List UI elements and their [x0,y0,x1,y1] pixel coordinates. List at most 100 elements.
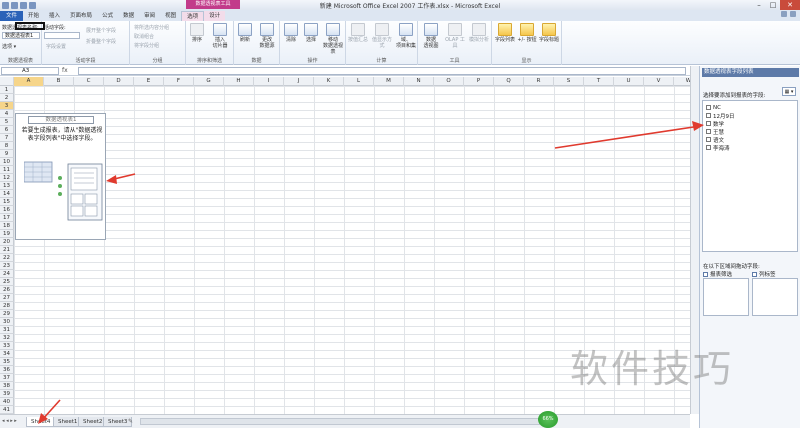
summarize-by-button[interactable]: 按值汇总 [346,23,370,43]
tab-formulas[interactable]: 公式 [97,11,118,21]
save-icon[interactable] [11,1,18,9]
row-header[interactable]: 19 [0,230,14,238]
column-header[interactable]: E [134,77,164,86]
undo-icon[interactable] [20,1,27,9]
report-filter-area[interactable] [703,278,749,316]
tab-file[interactable]: 文件 [0,11,24,21]
column-labels-area[interactable] [752,278,798,316]
row-header[interactable]: 28 [0,302,14,310]
change-source-button[interactable]: 更改 数据源 [256,23,278,49]
column-header[interactable]: J [284,77,314,86]
active-cell[interactable] [15,22,45,30]
tab-insert[interactable]: 插入 [44,11,65,21]
sheet-nav-arrows[interactable]: ◂ ◂ ▸ ▸ [2,418,17,424]
column-header[interactable]: A [14,77,44,86]
group-selection-button[interactable]: 将所选内容分组 [134,24,169,31]
row-header[interactable]: 36 [0,366,14,374]
row-header[interactable]: 1 [0,86,14,94]
column-header[interactable]: R [524,77,554,86]
row-header[interactable]: 40 [0,398,14,406]
row-header[interactable]: 12 [0,174,14,182]
checkbox[interactable] [706,137,711,142]
field-settings-button[interactable]: 字段设置 [46,43,66,50]
row-header[interactable]: 23 [0,262,14,270]
column-header[interactable]: B [44,77,74,86]
row-header[interactable]: 41 [0,406,14,414]
clear-button[interactable]: 清除 [280,23,302,43]
row-header[interactable]: 11 [0,166,14,174]
row-header[interactable]: 10 [0,158,14,166]
row-header[interactable]: 6 [0,126,14,134]
column-header[interactable]: N [404,77,434,86]
checkbox[interactable] [706,121,711,126]
column-header[interactable]: M [374,77,404,86]
row-header[interactable]: 35 [0,358,14,366]
ungroup-button[interactable]: 取消组合 [134,33,154,40]
pivot-placeholder[interactable]: 数据透视表1 若要生成报表，请从"数据透视表字段列表"中选择字段。 [15,113,106,240]
row-header[interactable]: 2 [0,94,14,102]
tab-review[interactable]: 审阅 [139,11,160,21]
field-list-item[interactable]: 李海涛 [706,144,730,152]
row-header[interactable]: 7 [0,134,14,142]
column-header[interactable]: F [164,77,194,86]
column-header[interactable]: G [194,77,224,86]
select-button[interactable]: 选择 [300,23,322,43]
row-header[interactable]: 26 [0,286,14,294]
zoom-badge[interactable]: 66% [538,411,558,428]
pane-layout-settings-icon[interactable]: ▦ ▾ [782,87,796,96]
column-header[interactable]: K [314,77,344,86]
expand-field-button[interactable]: 展开整个字段 [86,27,116,34]
checkbox[interactable] [706,113,711,118]
show-values-as-button[interactable]: 值显示方式 [370,23,394,49]
collapse-field-button[interactable]: 折叠整个字段 [86,38,116,45]
row-header[interactable]: 9 [0,150,14,158]
tab-data[interactable]: 数据 [118,11,139,21]
row-header[interactable]: 22 [0,254,14,262]
checkbox[interactable] [706,105,711,110]
minimize-ribbon-icon[interactable] [781,11,787,17]
row-header[interactable]: 20 [0,238,14,246]
field-list-item[interactable]: 语文 [706,136,724,144]
row-header[interactable]: 18 [0,222,14,230]
row-header[interactable]: 16 [0,206,14,214]
tab-home[interactable]: 开始 [23,11,44,21]
row-header[interactable]: 31 [0,326,14,334]
column-header[interactable]: L [344,77,374,86]
sheet-tab-sheet4[interactable]: Sheet4 [26,417,56,427]
checkbox[interactable] [706,129,711,134]
column-header[interactable]: T [584,77,614,86]
tab-view[interactable]: 视图 [160,11,181,21]
field-list-item[interactable]: 数学 [706,120,724,128]
row-header[interactable]: 24 [0,270,14,278]
minimize-button[interactable]: – [752,0,766,10]
column-header[interactable]: S [554,77,584,86]
row-header[interactable]: 15 [0,198,14,206]
insert-function-icon[interactable]: fx [62,67,68,74]
row-header[interactable]: 8 [0,142,14,150]
formula-input[interactable] [78,67,686,75]
help-icon[interactable] [790,11,796,17]
pivot-name-input[interactable]: 数据透视表1 [2,32,40,39]
row-header[interactable]: 4 [0,110,14,118]
row-header[interactable]: 30 [0,318,14,326]
column-header[interactable]: W [674,77,690,86]
row-header[interactable]: 29 [0,310,14,318]
row-header[interactable]: 38 [0,382,14,390]
excel-app-icon[interactable] [2,1,9,9]
field-list-item[interactable]: 王慧 [706,128,724,136]
row-header[interactable]: 37 [0,374,14,382]
row-header[interactable]: 32 [0,334,14,342]
row-header[interactable]: 3 [0,102,14,110]
column-header[interactable]: I [254,77,284,86]
row-header[interactable]: 13 [0,182,14,190]
row-header[interactable]: 39 [0,390,14,398]
field-list-toggle[interactable]: 字段列表 [494,23,516,43]
row-header[interactable]: 25 [0,278,14,286]
tab-page-layout[interactable]: 页面布局 [65,11,97,21]
checkbox[interactable] [706,145,711,150]
row-header[interactable]: 21 [0,246,14,254]
column-header[interactable]: V [644,77,674,86]
horizontal-scrollbar[interactable] [140,418,540,425]
buttons-toggle[interactable]: +/- 按钮 [516,23,538,43]
what-if-button[interactable]: 模拟分析 [468,23,490,43]
